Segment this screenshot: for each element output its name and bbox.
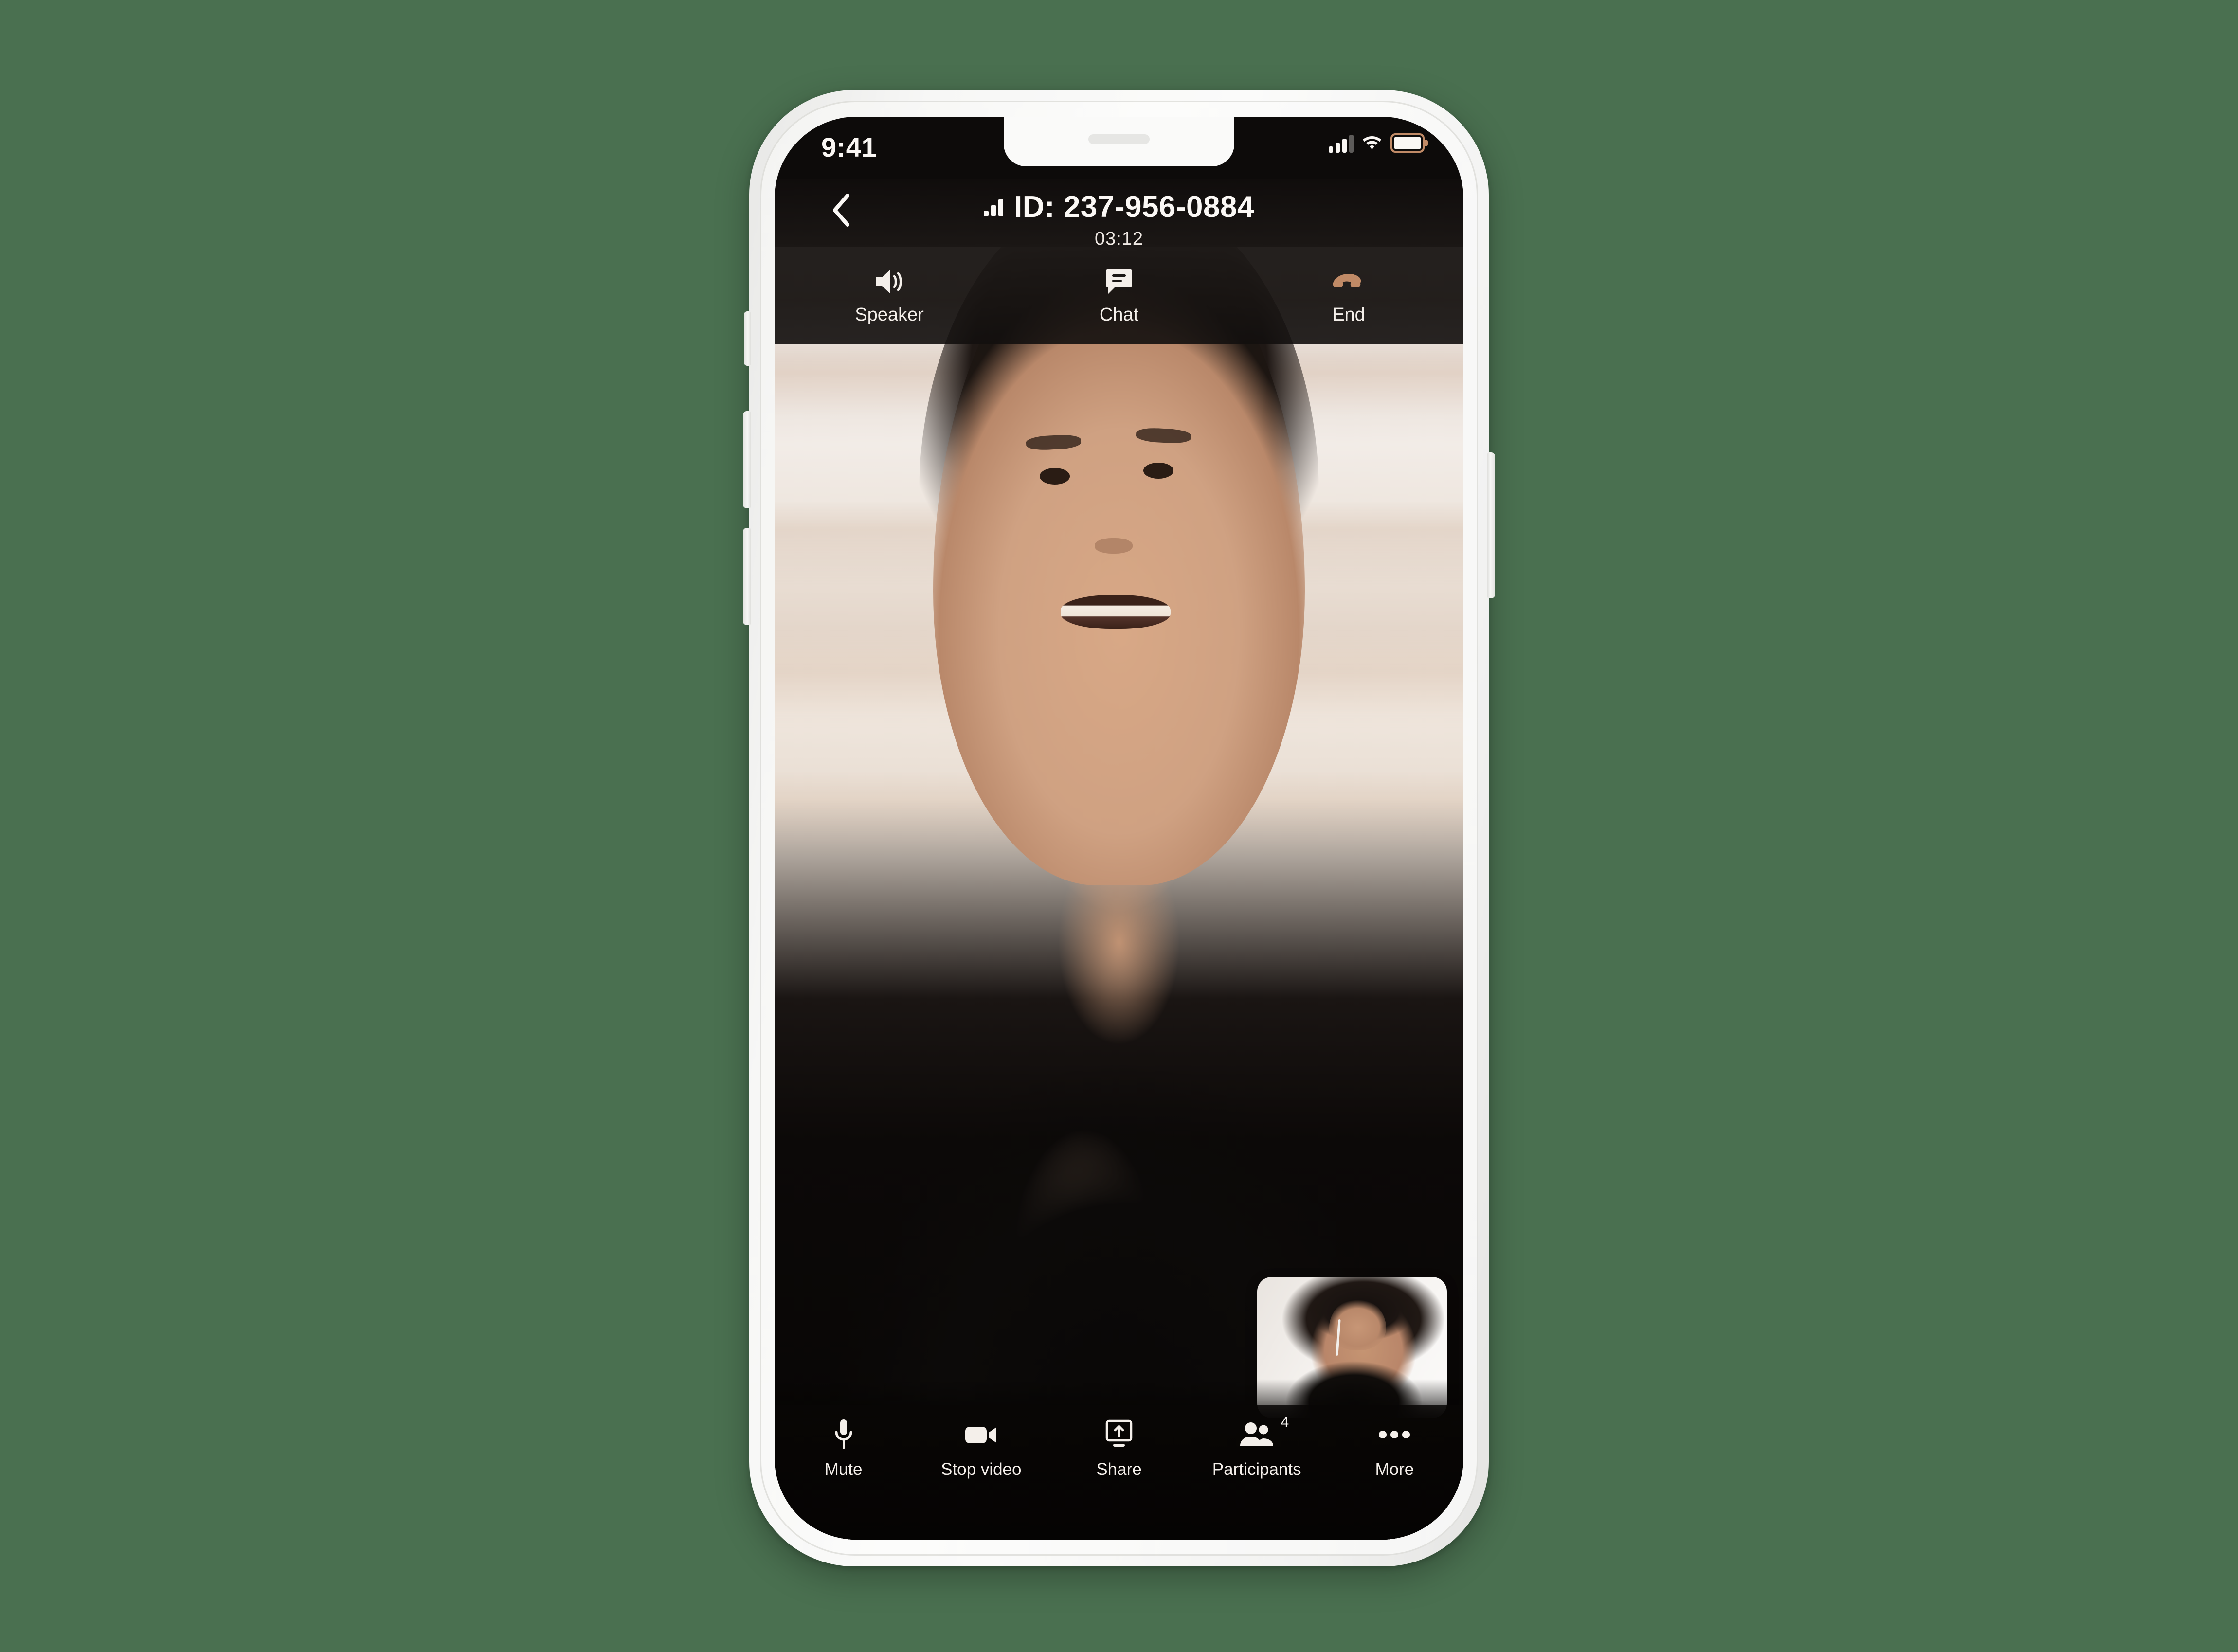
people-icon: 4 bbox=[1239, 1415, 1289, 1451]
signal-strength-icon bbox=[984, 198, 1003, 216]
phone-screen: 9:41 ID: 237-956-0884 03:12 Speaker Chat… bbox=[775, 117, 1463, 1540]
end-call-button[interactable]: End bbox=[1234, 267, 1463, 325]
call-header: ID: 237-956-0884 03:12 bbox=[775, 179, 1463, 249]
speaker-volume-icon bbox=[873, 267, 905, 297]
mouth bbox=[1060, 594, 1171, 629]
signal-bars-icon bbox=[1329, 133, 1354, 153]
chat-label: Chat bbox=[1099, 304, 1139, 325]
participants-label: Participants bbox=[1212, 1460, 1301, 1479]
speaker-label: Speaker bbox=[855, 304, 924, 325]
status-indicators bbox=[1329, 133, 1428, 153]
silent-switch[interactable] bbox=[744, 311, 751, 366]
battery-icon bbox=[1390, 133, 1428, 153]
chat-bubble-icon bbox=[1104, 267, 1134, 297]
top-control-bar: Speaker Chat End bbox=[775, 247, 1463, 344]
status-time: 9:41 bbox=[821, 132, 877, 162]
mute-button[interactable]: Mute bbox=[775, 1418, 912, 1479]
mute-label: Mute bbox=[824, 1460, 863, 1479]
status-bar: 9:41 bbox=[775, 117, 1463, 179]
speaker-button[interactable]: Speaker bbox=[775, 267, 1004, 325]
video-camera-icon bbox=[964, 1418, 998, 1451]
phone-device: 9:41 ID: 237-956-0884 03:12 Speaker Chat… bbox=[743, 90, 1495, 1566]
call-timer: 03:12 bbox=[1094, 229, 1144, 249]
more-label: More bbox=[1375, 1460, 1414, 1479]
participants-count-badge: 4 bbox=[1281, 1414, 1289, 1430]
ellipsis-icon bbox=[1378, 1418, 1410, 1451]
microphone-icon bbox=[833, 1418, 854, 1451]
power-button[interactable] bbox=[1487, 452, 1495, 598]
share-button[interactable]: Share bbox=[1050, 1418, 1188, 1479]
share-label: Share bbox=[1096, 1460, 1142, 1479]
stop-video-label: Stop video bbox=[941, 1460, 1022, 1479]
volume-down-button[interactable] bbox=[743, 528, 751, 625]
nose bbox=[1095, 538, 1133, 554]
screen-share-icon bbox=[1105, 1418, 1133, 1451]
stop-video-button[interactable]: Stop video bbox=[912, 1418, 1050, 1479]
end-label: End bbox=[1332, 304, 1365, 325]
wifi-icon bbox=[1361, 134, 1383, 153]
participants-button[interactable]: 4 Participants bbox=[1188, 1415, 1326, 1479]
volume-up-button[interactable] bbox=[743, 411, 751, 508]
meeting-id-group: ID: 237-956-0884 bbox=[775, 190, 1463, 224]
earpiece-speaker bbox=[1088, 134, 1150, 144]
more-button[interactable]: More bbox=[1326, 1418, 1463, 1479]
phone-hangup-icon bbox=[1331, 267, 1366, 297]
chat-button[interactable]: Chat bbox=[1004, 267, 1234, 325]
bottom-control-bar: Mute Stop video Share 4 Participants Mor… bbox=[775, 1405, 1463, 1540]
meeting-id-label: ID: 237-956-0884 bbox=[1014, 190, 1254, 224]
eye-right bbox=[1143, 462, 1173, 479]
